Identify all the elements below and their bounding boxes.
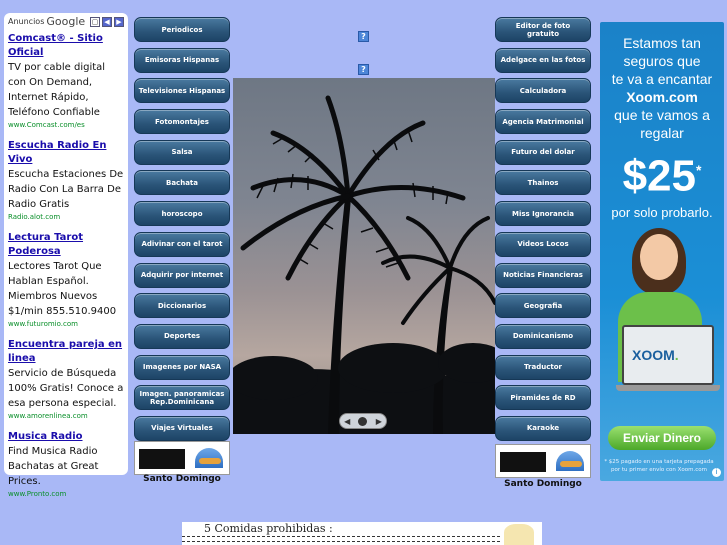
google-ads-panel: Anuncios Google ▢ ◀ ▶ Comcast® - Sitio O…	[4, 13, 128, 498]
ad-item: Escucha Radio En Vivo Escucha Estaciones …	[8, 139, 124, 222]
ad-title-link[interactable]: Lectura Tarot Poderosa	[8, 231, 124, 259]
nav-button-calculadora[interactable]: Calculadora	[495, 78, 591, 104]
weather-display	[500, 452, 546, 472]
ad-description: Lectores Tarot Que Hablan Español. Miemb…	[8, 261, 117, 317]
palm-tree-photo: ◀ ▶	[233, 78, 495, 434]
ad-item: Musica Radio Find Musica Radio Bachatas a…	[8, 430, 124, 499]
nav-button-videos-locos[interactable]: Videos Locos	[495, 231, 591, 257]
nav-button-fotomontajes[interactable]: Fotomontajes	[134, 109, 230, 135]
google-logo: Google	[46, 15, 86, 28]
weather-city-left: Santo Domingo	[143, 474, 221, 484]
photo-nav-control[interactable]: ◀ ▶	[339, 413, 387, 429]
ad-url[interactable]: www.Comcast.com/es	[8, 120, 124, 130]
weather-widget-right[interactable]	[495, 444, 591, 478]
weather-display	[139, 449, 185, 469]
help-icon[interactable]: ?	[358, 64, 369, 75]
prev-photo-icon[interactable]: ◀	[344, 417, 350, 426]
banner-subtitle: por solo probarlo.	[611, 204, 713, 220]
nav-button-imagen-panoramicas-rep-dominicana[interactable]: Imagen. panoramicas Rep.Dominicana	[134, 385, 230, 411]
banner-headline: Estamos tan seguros que te va a encantar…	[611, 35, 713, 141]
nav-button-editor-de-foto-gratuito[interactable]: Editor de foto gratuito	[495, 17, 591, 42]
ad-title-link[interactable]: Comcast® - Sitio Oficial	[8, 32, 124, 60]
nav-button-futuro-del-dolar[interactable]: Futuro del dolar	[495, 139, 591, 165]
weather-widget-left[interactable]	[134, 441, 230, 475]
nav-button-diccionarios[interactable]: Diccionarios	[134, 293, 230, 319]
copy-icon[interactable]: ▢	[90, 16, 100, 27]
next-arrow-icon[interactable]: ▶	[114, 16, 124, 27]
nav-button-thainos[interactable]: Thainos	[495, 170, 591, 196]
nav-button-bachata[interactable]: Bachata	[134, 170, 230, 196]
ad-description: Escucha Estaciones De Radio Con La Barra…	[8, 169, 124, 210]
info-icon[interactable]: i	[712, 468, 721, 477]
scribble-line	[182, 536, 500, 542]
xoom-banner-ad[interactable]: Estamos tan seguros que te va a encantar…	[600, 22, 724, 481]
nav-button-televisiones-hispanas[interactable]: Televisiones Hispanas	[134, 78, 230, 104]
nav-button-deportes[interactable]: Deportes	[134, 323, 230, 349]
ad-url[interactable]: www.futuromio.com	[8, 319, 124, 329]
right-nav-menu: Editor de foto gratuito Adelgace en las f…	[495, 17, 591, 447]
prev-arrow-icon[interactable]: ◀	[102, 16, 112, 27]
ad-item: Comcast® - Sitio Oficial TV por cable dig…	[8, 32, 124, 130]
banner-fine-print: * $25 pagado en una tarjeta prepagada po…	[604, 459, 714, 473]
nav-button-imagenes-por-nasa[interactable]: Imagenes por NASA	[134, 354, 230, 380]
nav-button-noticias-financieras[interactable]: Noticias Financieras	[495, 262, 591, 288]
ad-title-link[interactable]: Encuentra pareja en linea	[8, 338, 124, 366]
nav-button-periodicos[interactable]: Periodicos	[134, 17, 230, 42]
ad-description: TV por cable digital con On Demand, Inte…	[8, 62, 106, 118]
nav-button-emisoras-hispanas[interactable]: Emisoras Hispanas	[134, 47, 230, 73]
ad-title-link[interactable]: Escucha Radio En Vivo	[8, 139, 124, 167]
figure-image	[504, 524, 534, 545]
ad-url[interactable]: Radio.alot.com	[8, 212, 124, 222]
nav-button-viajes-virtuales[interactable]: Viajes Virtuales	[134, 415, 230, 441]
bottom-caption: 5 Comidas prohibidas :	[204, 522, 333, 535]
nav-button-adquirir-por-internet[interactable]: Adquirir por internet	[134, 262, 230, 288]
nav-button-adelgace-en-las-fotos[interactable]: Adelgace en las fotos	[495, 47, 591, 73]
ad-description: Servicio de Búsqueda 100% Gratis! Conoce…	[8, 368, 124, 409]
ad-item: Encuentra pareja en linea Servicio de Bús…	[8, 338, 124, 421]
xoom-logo: XOOM.	[632, 347, 679, 363]
weather-icon	[556, 451, 584, 471]
banner-price: $25*	[622, 151, 702, 201]
weather-icon	[195, 448, 223, 468]
nav-button-horoscopo[interactable]: horoscopo	[134, 201, 230, 227]
pause-dot-icon[interactable]	[358, 416, 368, 426]
weather-city-right: Santo Domingo	[504, 479, 582, 489]
ads-list: Comcast® - Sitio Oficial TV por cable dig…	[8, 32, 124, 499]
bottom-image-strip[interactable]: 5 Comidas prohibidas :	[182, 522, 542, 545]
nav-button-traductor[interactable]: Traductor	[495, 354, 591, 380]
ad-url[interactable]: www.Pronto.com	[8, 489, 124, 499]
send-money-button[interactable]: Enviar Dinero	[608, 426, 716, 450]
laptop-base	[616, 385, 720, 391]
nav-button-piramides-de-rd[interactable]: Piramides de RD	[495, 385, 591, 411]
nav-button-salsa[interactable]: Salsa	[134, 139, 230, 165]
left-nav-menu: Periodicos Emisoras Hispanas Televisiones …	[134, 17, 230, 447]
palm-silhouette	[233, 95, 495, 434]
ads-label: Anuncios	[8, 17, 45, 26]
nav-button-geografia[interactable]: Geografia	[495, 293, 591, 319]
ad-item: Lectura Tarot Poderosa Lectores Tarot Que…	[8, 231, 124, 329]
nav-button-miss-ignorancia[interactable]: Miss Ignorancia	[495, 201, 591, 227]
nav-button-adivinar-con-el-tarot[interactable]: Adivinar con el tarot	[134, 231, 230, 257]
nav-button-agencia-matrimonial[interactable]: Agencia Matrimonial	[495, 109, 591, 135]
ad-title-link[interactable]: Musica Radio	[8, 430, 124, 444]
ads-header: Anuncios Google ▢ ◀ ▶	[8, 13, 124, 30]
ad-description: Find Musica Radio Bachatas at Great Pric…	[8, 446, 99, 487]
nav-button-karaoke[interactable]: Karaoke	[495, 415, 591, 441]
laptop-image: XOOM.	[622, 325, 714, 385]
nav-button-dominicanismo[interactable]: Dominicanismo	[495, 323, 591, 349]
help-icon[interactable]: ?	[358, 31, 369, 42]
ad-url[interactable]: www.amorenlinea.com	[8, 411, 124, 421]
next-photo-icon[interactable]: ▶	[376, 417, 382, 426]
